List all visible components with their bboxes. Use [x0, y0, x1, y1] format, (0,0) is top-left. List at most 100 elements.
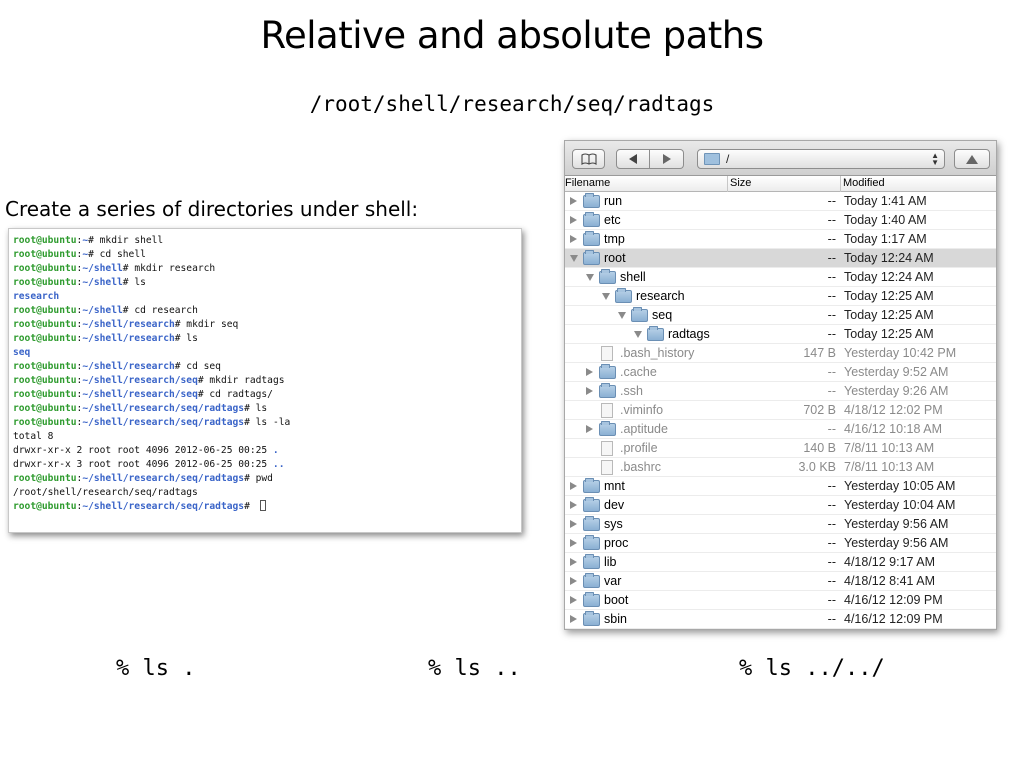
disclosure-open-icon[interactable]: [586, 274, 594, 281]
file-name: .profile: [620, 441, 658, 455]
file-size: --: [827, 213, 836, 227]
finder-row[interactable]: boot -- 4/16/12 12:09 PM: [565, 591, 996, 610]
finder-row[interactable]: .viminfo 702 B 4/18/12 12:02 PM: [565, 401, 996, 420]
file-modified: Yesterday 9:56 AM: [844, 517, 949, 531]
disclosure-open-icon[interactable]: [634, 331, 642, 338]
terminal-line: research: [13, 290, 521, 304]
disclosure-closed-icon[interactable]: [570, 577, 577, 585]
finder-row[interactable]: .bash_history 147 B Yesterday 10:42 PM: [565, 344, 996, 363]
file-size: --: [827, 327, 836, 341]
finder-row[interactable]: sys -- Yesterday 9:56 AM: [565, 515, 996, 534]
finder-row[interactable]: seq -- Today 12:25 AM: [565, 306, 996, 325]
disclosure-open-icon[interactable]: [570, 255, 578, 262]
finder-row[interactable]: tmp -- Today 1:17 AM: [565, 230, 996, 249]
prompt-path: ~/shell/research/seq/radtags: [82, 501, 245, 512]
prompt-command: # pwd: [244, 473, 273, 484]
finder-row[interactable]: mnt -- Yesterday 10:05 AM: [565, 477, 996, 496]
prompt-user: root@ubuntu: [13, 333, 77, 344]
terminal-line: /root/shell/research/seq/radtags: [13, 486, 521, 500]
folder-icon: [583, 497, 600, 512]
back-arrow-icon[interactable]: [616, 149, 650, 169]
file-modified: Yesterday 10:42 PM: [844, 346, 957, 360]
forward-arrow-icon[interactable]: [650, 149, 684, 169]
disclosure-closed-icon[interactable]: [586, 368, 593, 376]
path-popup-label: /: [726, 152, 730, 166]
book-icon[interactable]: [572, 149, 605, 169]
file-name: seq: [652, 308, 673, 322]
terminal-output: /root/shell/research/seq/radtags: [13, 487, 198, 498]
terminal-line: root@ubuntu:~/shell/research/seq# mkdir …: [13, 374, 521, 388]
disclosure-closed-icon[interactable]: [570, 558, 577, 566]
finder-column-header: Filename Size Modified: [565, 176, 996, 192]
finder-row[interactable]: etc -- Today 1:40 AM: [565, 211, 996, 230]
finder-row[interactable]: proc -- Yesterday 9:56 AM: [565, 534, 996, 553]
file-modified: Today 1:41 AM: [844, 194, 927, 208]
finder-row[interactable]: .cache -- Yesterday 9:52 AM: [565, 363, 996, 382]
folder-icon: [647, 326, 664, 341]
finder-row[interactable]: dev -- Yesterday 10:04 AM: [565, 496, 996, 515]
prompt-user: root@ubuntu: [13, 501, 77, 512]
eject-up-icon[interactable]: [954, 149, 990, 169]
disclosure-closed-icon[interactable]: [570, 197, 577, 205]
disclosure-open-icon[interactable]: [618, 312, 626, 319]
disclosure-closed-icon[interactable]: [570, 235, 577, 243]
prompt-path: ~/shell/research/seq/radtags: [82, 473, 245, 484]
finder-row[interactable]: .aptitude -- 4/16/12 10:18 AM: [565, 420, 996, 439]
disclosure-closed-icon[interactable]: [570, 615, 577, 623]
finder-row[interactable]: .profile 140 B 7/8/11 10:13 AM: [565, 439, 996, 458]
disclosure-closed-icon[interactable]: [570, 596, 577, 604]
finder-row[interactable]: run -- Today 1:41 AM: [565, 192, 996, 211]
terminal-window[interactable]: root@ubuntu:~# mkdir shell root@ubuntu:~#…: [8, 228, 522, 533]
terminal-line: root@ubuntu:~# mkdir shell: [13, 234, 521, 248]
file-name: .bash_history: [620, 346, 695, 360]
folder-icon: [583, 554, 600, 569]
finder-row[interactable]: radtags -- Today 12:25 AM: [565, 325, 996, 344]
terminal-line: root@ubuntu:~/shell/research/seq/radtags…: [13, 472, 521, 486]
disclosure-closed-icon[interactable]: [570, 216, 577, 224]
disclosure-closed-icon[interactable]: [570, 482, 577, 490]
finder-row[interactable]: .bashrc 3.0 KB 7/8/11 10:13 AM: [565, 458, 996, 477]
file-icon: [601, 460, 613, 475]
finder-toolbar: / ▲ ▼: [565, 141, 996, 176]
disclosure-open-icon[interactable]: [602, 293, 610, 300]
disclosure-closed-icon[interactable]: [570, 520, 577, 528]
disclosure-closed-icon[interactable]: [570, 501, 577, 509]
file-name: var: [604, 574, 622, 588]
file-icon: [601, 441, 613, 456]
finder-row[interactable]: var -- 4/18/12 8:41 AM: [565, 572, 996, 591]
finder-row[interactable]: research -- Today 12:25 AM: [565, 287, 996, 306]
ls-directory-name: .: [272, 445, 279, 456]
finder-row[interactable]: lib -- 4/18/12 9:17 AM: [565, 553, 996, 572]
disclosure-closed-icon[interactable]: [586, 387, 593, 395]
column-modified[interactable]: Modified: [843, 177, 885, 189]
prompt-path: ~/shell/research/seq/radtags: [82, 417, 245, 428]
finder-window: / ▲ ▼ Filename Size Modified run -- Today 1…: [564, 140, 997, 630]
file-name: .bashrc: [620, 460, 661, 474]
file-size: 147 B: [803, 346, 836, 360]
finder-row[interactable]: root -- Today 12:24 AM: [565, 249, 996, 268]
prompt-user: root@ubuntu: [13, 319, 77, 330]
prompt-path: ~/shell/research/seq: [82, 389, 198, 400]
path-popup[interactable]: / ▲ ▼: [697, 149, 945, 169]
column-size[interactable]: Size: [730, 177, 751, 189]
folder-icon: [704, 153, 720, 165]
prompt-user: root@ubuntu: [13, 361, 77, 372]
finder-row[interactable]: .ssh -- Yesterday 9:26 AM: [565, 382, 996, 401]
terminal-line: root@ubuntu:~/shell# mkdir research: [13, 262, 521, 276]
terminal-line: seq: [13, 346, 521, 360]
prompt-user: root@ubuntu: [13, 375, 77, 386]
terminal-line: root@ubuntu:~/shell/research# cd seq: [13, 360, 521, 374]
file-name: shell: [620, 270, 646, 284]
file-modified: Today 12:24 AM: [844, 251, 934, 265]
finder-row[interactable]: sbin -- 4/16/12 12:09 PM: [565, 610, 996, 629]
file-size: --: [827, 365, 836, 379]
folder-icon: [583, 573, 600, 588]
column-filename[interactable]: Filename: [565, 177, 610, 189]
file-size: --: [827, 251, 836, 265]
absolute-path-example: /root/shell/research/seq/radtags: [309, 92, 715, 116]
disclosure-closed-icon[interactable]: [570, 539, 577, 547]
disclosure-closed-icon[interactable]: [586, 425, 593, 433]
file-size: --: [827, 422, 836, 436]
file-modified: 4/18/12 12:02 PM: [844, 403, 943, 417]
finder-row[interactable]: shell -- Today 12:24 AM: [565, 268, 996, 287]
